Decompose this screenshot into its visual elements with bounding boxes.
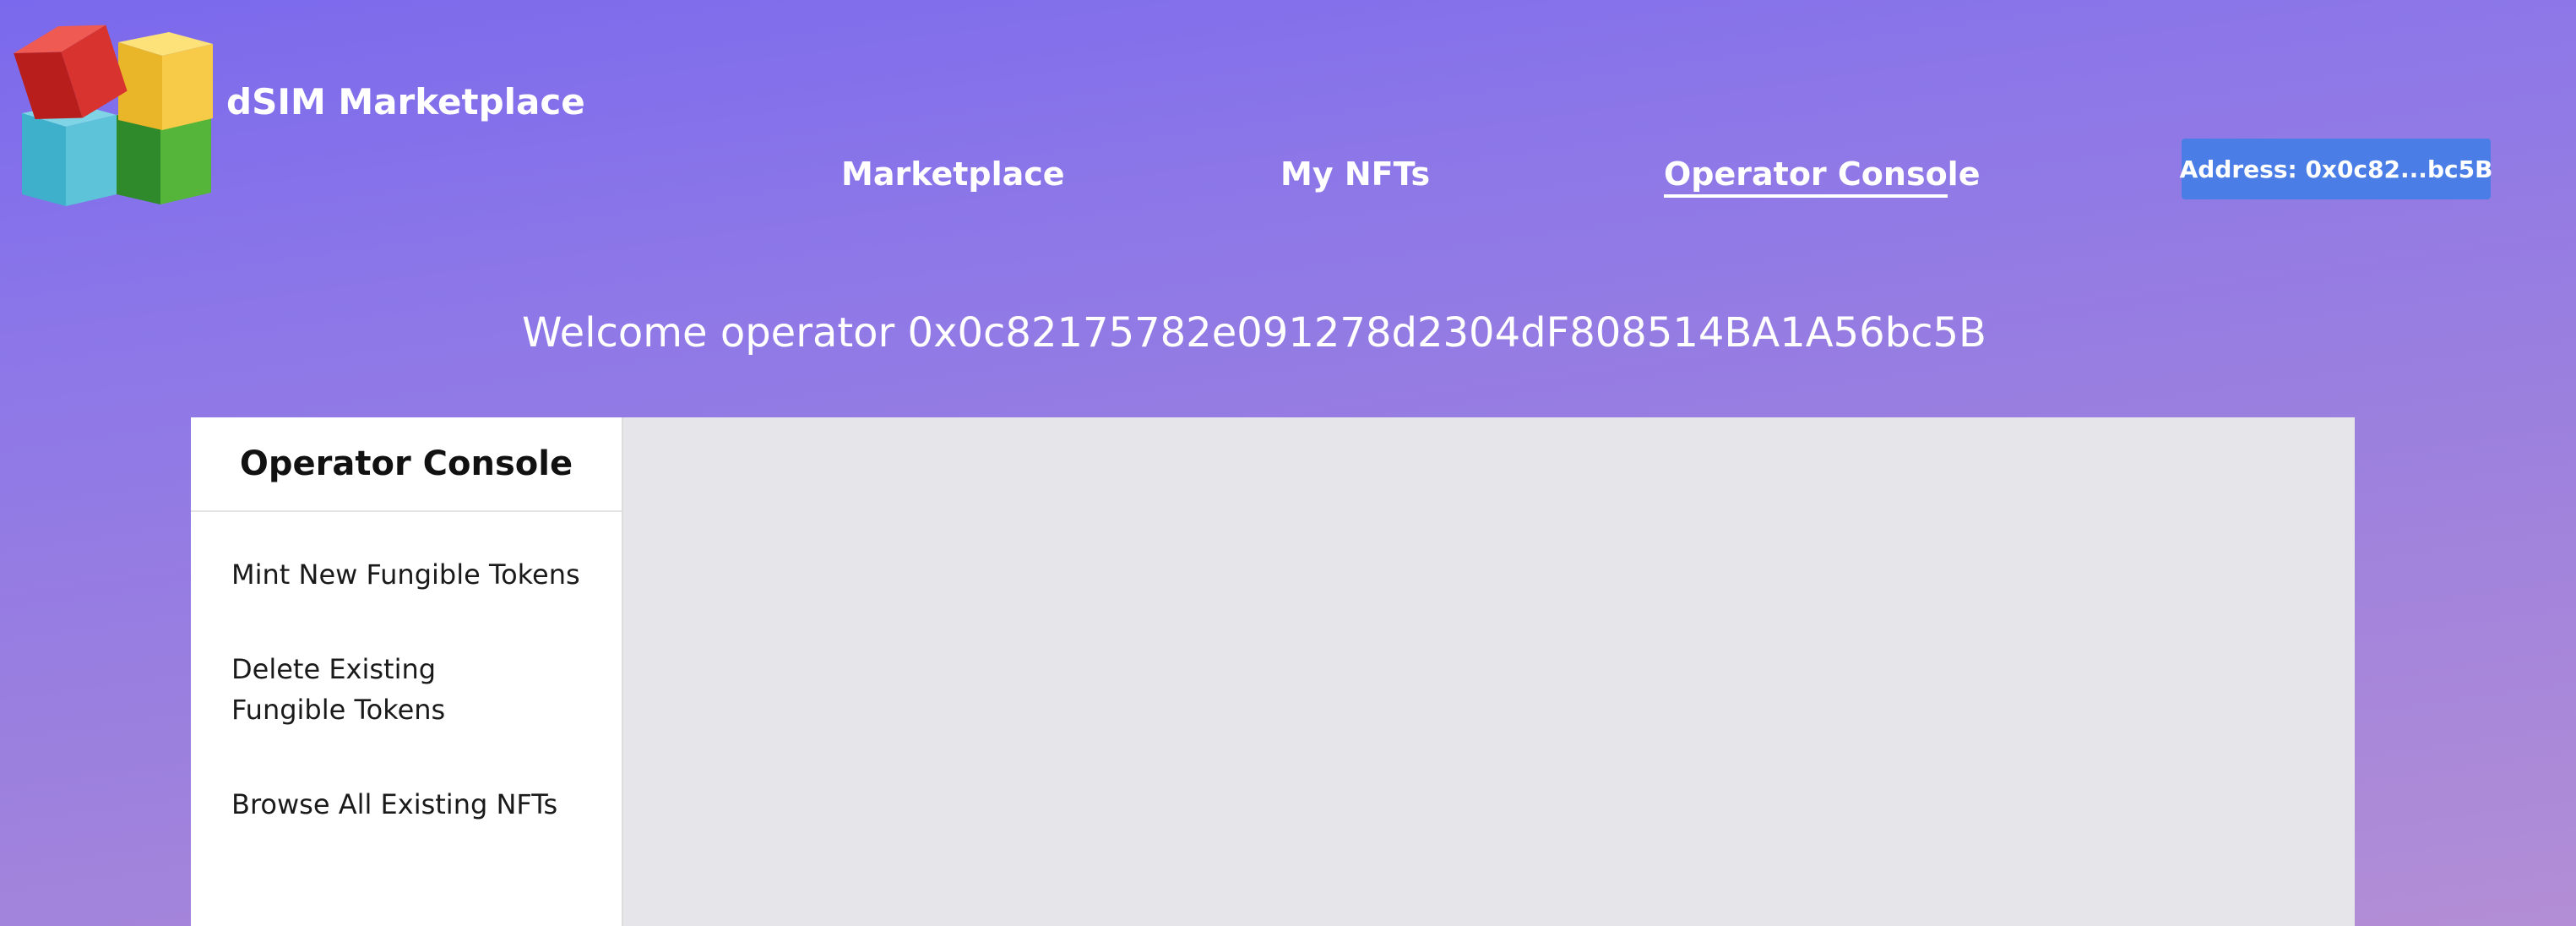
menu-item-browse-nfts[interactable]: Browse All Existing NFTs <box>191 784 622 825</box>
menu-item-mint-tokens[interactable]: Mint New Fungible Tokens <box>191 554 622 595</box>
console-content-area <box>623 417 2355 926</box>
welcome-message: Welcome operator 0x0c82175782e091278d230… <box>522 309 1986 357</box>
console-sidebar: Operator Console Mint New Fungible Token… <box>191 417 623 926</box>
brand-name[interactable]: dSIM Marketplace <box>226 81 585 123</box>
menu-item-delete-tokens[interactable]: Delete Existing Fungible Tokens <box>191 649 622 730</box>
operator-console-panel: Operator Console Mint New Fungible Token… <box>191 417 2355 926</box>
tab-operator-console[interactable]: Operator Console <box>1664 150 1980 218</box>
tab-marketplace[interactable]: Marketplace <box>841 150 1065 218</box>
console-title: Operator Console <box>191 417 622 512</box>
wallet-address-button[interactable]: Address: 0x0c82...bc5B <box>2180 139 2492 199</box>
stacked-cubes-logo-icon <box>14 25 213 206</box>
tab-my-nfts[interactable]: My NFTs <box>1280 150 1430 218</box>
